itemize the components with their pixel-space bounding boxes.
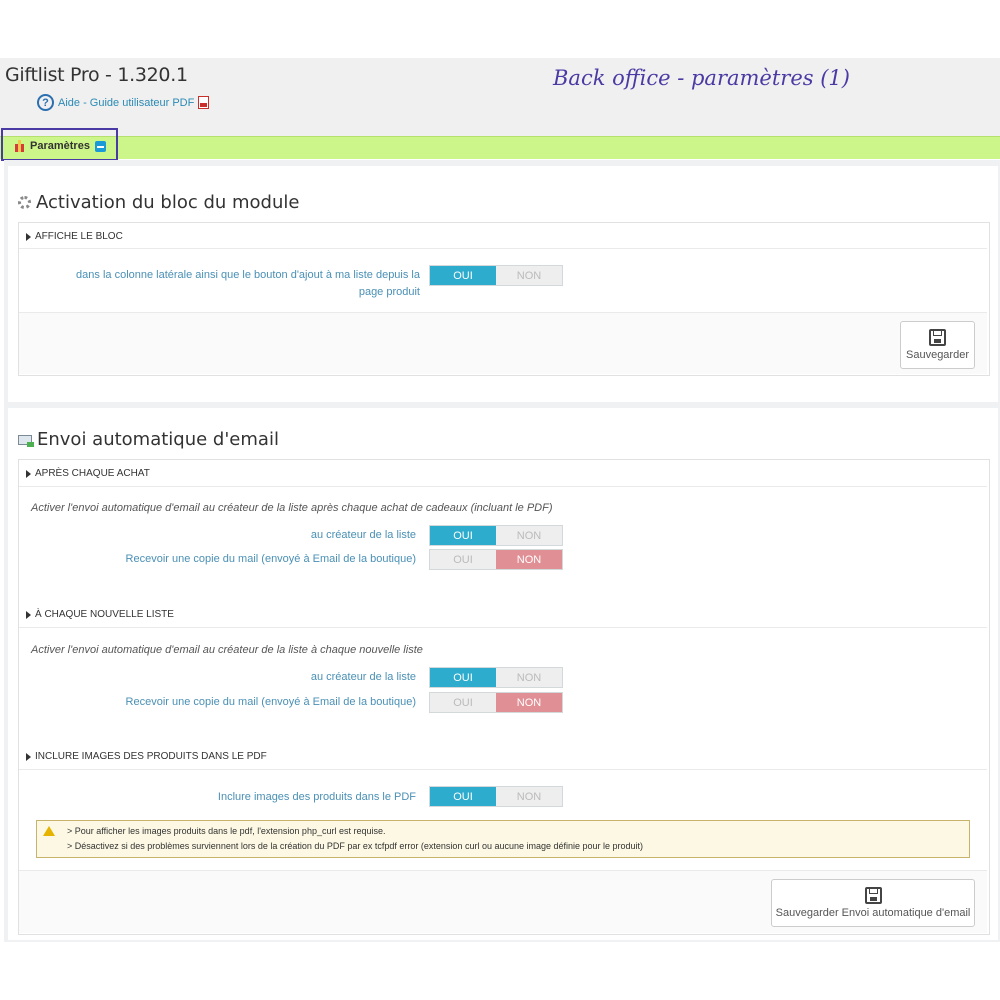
g1-row2-label: Recevoir une copie du mail (envoyé à Ema… (125, 553, 416, 565)
group1-subheading: APRÈS CHAQUE ACHAT (26, 468, 150, 479)
pdf-icon (198, 96, 210, 109)
section1-title: Activation du bloc du module (18, 192, 299, 213)
warning-line2: > Désactivez si des problèmes surviennen… (67, 841, 644, 851)
section1-subheading-text: AFFICHE LE BLOC (35, 231, 123, 242)
caret-right-icon (26, 469, 31, 478)
toggle-non[interactable]: NON (496, 526, 562, 545)
gear-icon (18, 196, 31, 209)
toggle-non[interactable]: NON (496, 787, 562, 806)
tab-bar (0, 136, 1000, 159)
divider (19, 486, 987, 487)
section1-subheading: AFFICHE LE BLOC (26, 231, 123, 242)
group1-subheading-text: APRÈS CHAQUE ACHAT (35, 468, 150, 479)
save-email-button-label: Sauvegarder Envoi automatique d'email (775, 907, 971, 919)
toggle-non[interactable]: NON (496, 266, 562, 285)
toggle-non[interactable]: NON (496, 668, 562, 687)
save-icon (864, 887, 882, 904)
warning-icon (43, 826, 55, 836)
divider (19, 769, 987, 770)
g1-row2-toggle[interactable]: OUI NON (429, 549, 563, 570)
group2-subheading: À CHAQUE NOUVELLE LISTE (26, 609, 174, 620)
toggle-oui[interactable]: OUI (430, 668, 496, 687)
g3-row1-toggle[interactable]: OUI NON (429, 786, 563, 807)
section2-title: Envoi automatique d'email (18, 429, 279, 450)
save-button[interactable]: Sauvegarder (900, 321, 975, 369)
display-block-toggle[interactable]: OUI NON (429, 265, 563, 286)
toggle-oui[interactable]: OUI (430, 787, 496, 806)
save-email-button[interactable]: Sauvegarder Envoi automatique d'email (771, 879, 975, 927)
field-label-line1: dans la colonne latérale ainsi que le bo… (76, 269, 420, 281)
field-label-display-block: dans la colonne latérale ainsi que le bo… (30, 267, 420, 301)
toggle-oui[interactable]: OUI (430, 266, 496, 285)
divider (19, 248, 987, 249)
toggle-oui[interactable]: OUI (430, 526, 496, 545)
g1-row1-toggle[interactable]: OUI NON (429, 525, 563, 546)
g2-row1-toggle[interactable]: OUI NON (429, 667, 563, 688)
help-guide-link[interactable]: ? Aide - Guide utilisateur PDF (37, 94, 210, 111)
caret-right-icon (26, 610, 31, 619)
g3-row1-label: Inclure images des produits dans le PDF (217, 791, 416, 803)
caret-right-icon (26, 232, 31, 241)
toggle-oui[interactable]: OUI (430, 550, 496, 569)
toggle-non[interactable]: NON (496, 693, 562, 712)
g2-row1-label: au créateur de la liste (310, 671, 416, 683)
caret-right-icon (26, 752, 31, 761)
field-label-line2: page produit (358, 286, 420, 298)
warning-line1: > Pour afficher les images produits dans… (67, 826, 386, 836)
help-link-label: Aide - Guide utilisateur PDF (58, 96, 195, 109)
collapse-icon[interactable] (94, 140, 106, 152)
group2-subheading-text: À CHAQUE NOUVELLE LISTE (35, 609, 174, 620)
tab-parametres[interactable]: Paramètres (14, 140, 106, 152)
gift-icon (14, 140, 25, 152)
help-icon: ? (37, 94, 54, 111)
toggle-non[interactable]: NON (496, 550, 562, 569)
g2-row2-toggle[interactable]: OUI NON (429, 692, 563, 713)
annotation-text: Back office - paramètres (1) (553, 66, 850, 90)
save-button-label: Sauvegarder (906, 349, 969, 361)
divider (19, 627, 987, 628)
section1-title-text: Activation du bloc du module (36, 192, 300, 213)
g1-row1-label: au créateur de la liste (310, 529, 416, 541)
group2-description: Activer l'envoi automatique d'email au c… (31, 644, 423, 656)
group3-subheading: INCLURE IMAGES DES PRODUITS DANS LE PDF (26, 751, 267, 762)
g2-row2-label: Recevoir une copie du mail (envoyé à Ema… (125, 696, 416, 708)
group3-subheading-text: INCLURE IMAGES DES PRODUITS DANS LE PDF (35, 751, 267, 762)
mail-icon (18, 434, 34, 447)
panel-footer (19, 312, 987, 374)
group1-description: Activer l'envoi automatique d'email au c… (31, 502, 553, 514)
toggle-oui[interactable]: OUI (430, 693, 496, 712)
tab-label: Paramètres (30, 140, 90, 152)
section2-title-text: Envoi automatique d'email (37, 429, 279, 450)
save-icon (929, 329, 946, 346)
warning-box: > Pour afficher les images produits dans… (36, 820, 970, 858)
app-title: Giftlist Pro - 1.320.1 (5, 64, 188, 86)
